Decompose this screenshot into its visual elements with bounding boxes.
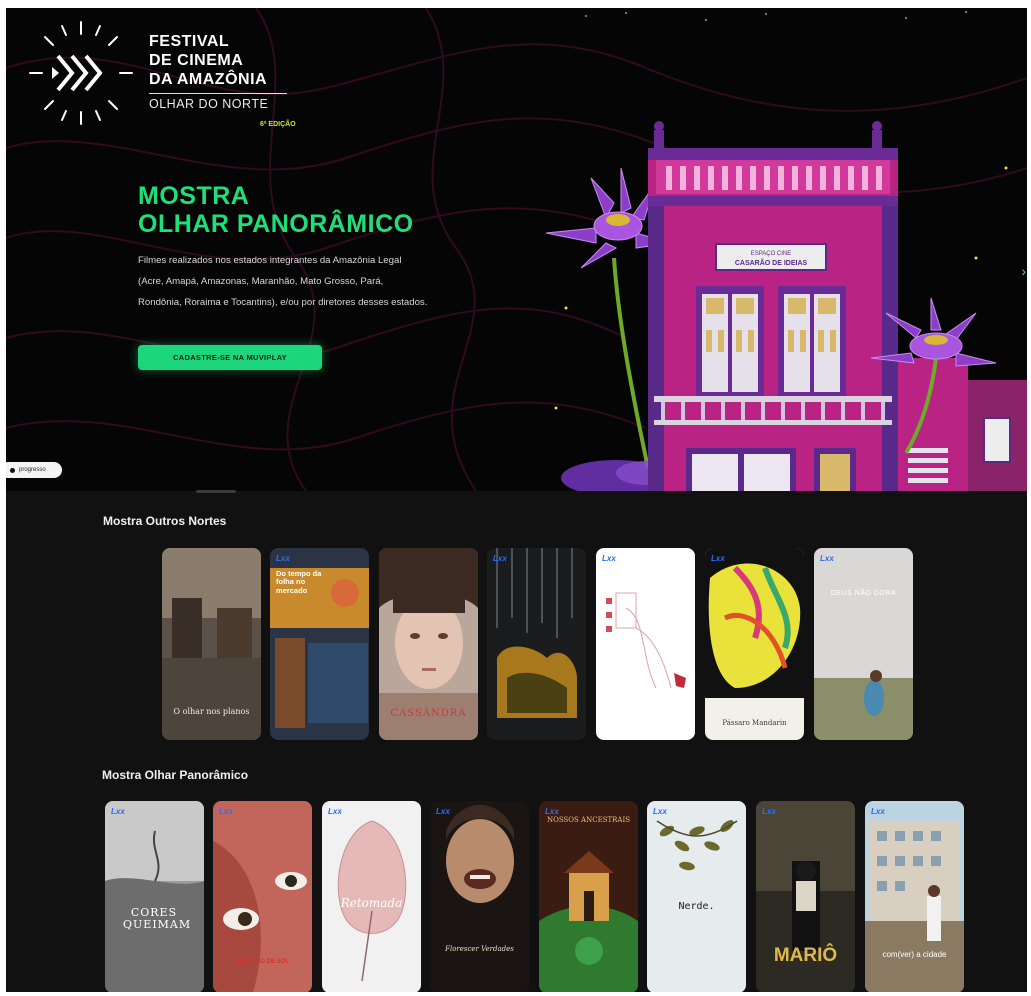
hero-title: MOSTRA OLHAR PANORÂMICO — [138, 182, 414, 238]
muviplay-badge: Lxx — [871, 807, 885, 816]
chevron-right-icon[interactable]: › — [1021, 263, 1026, 279]
festival-subtitle: OLHAR DO NORTE — [149, 97, 269, 111]
festival-line-3: DA AMAZÔNIA — [149, 71, 268, 88]
movie-card[interactable]: Lxx DEUS NÃO DORA — [814, 548, 913, 740]
movie-card-title: Retomada — [340, 896, 403, 910]
movie-card-title: Nerde. — [678, 901, 715, 912]
muviplay-badge: Lxx — [219, 807, 233, 816]
hero-building-illustration: ESPAÇO CINE CASARÃO DE IDEIAS — [545, 121, 1027, 491]
movie-card[interactable]: Lxx — [487, 548, 586, 740]
building-sign-line-1: ESPAÇO CINE — [751, 251, 792, 257]
slide-progress-indicator[interactable]: progresso — [6, 462, 62, 478]
page: FESTIVAL DE CINEMA DA AMAZÔNIA OLHAR DO … — [6, 8, 1027, 992]
movie-card[interactable]: Lxx Nerde. — [647, 801, 746, 992]
movie-card-title: CORES QUEIMAM — [123, 906, 192, 932]
movie-card-title: Pássaro Mandarin — [722, 719, 787, 727]
festival-name: FESTIVAL DE CINEMA DA AMAZÔNIA OLHAR DO … — [149, 32, 309, 111]
movie-card-title: MARIÔ — [773, 945, 838, 966]
movie-card[interactable]: Lxx NOSSOS ANCESTRAIS — [539, 801, 638, 992]
hero-title-line-2: OLHAR PANORÂMICO — [138, 210, 414, 238]
festival-line-1: FESTIVAL — [149, 33, 230, 50]
festival-edition: 6ª EDIÇÃO — [260, 121, 296, 128]
muviplay-badge: Lxx — [436, 807, 450, 816]
movie-card-title: CASSANDRA — [390, 708, 467, 719]
muviplay-badge: Lxx — [545, 807, 559, 816]
carousel-scroll-indicator — [196, 490, 236, 493]
movie-card-title: com(ver) a cidade — [882, 950, 947, 959]
signup-muviplay-button[interactable]: CADASTRE-SE NA MUVIPLAY — [138, 345, 322, 370]
movie-card-title: O olhar nos planos — [173, 707, 250, 716]
muviplay-badge: Lxx — [493, 554, 507, 563]
hero-title-line-1: MOSTRA — [138, 182, 250, 210]
muviplay-badge: Lxx — [711, 554, 725, 563]
movie-card-title: NOSSOS ANCESTRAIS — [546, 816, 631, 824]
muviplay-badge: Lxx — [276, 554, 290, 563]
building-sign-line-2: CASARÃO DE IDEIAS — [735, 258, 808, 267]
muviplay-badge: Lxx — [820, 554, 834, 563]
muviplay-badge: Lxx — [328, 807, 342, 816]
muviplay-badge: Lxx — [653, 807, 667, 816]
progress-label: progresso — [19, 467, 46, 473]
movie-card-title: Do tempo da folha no mercado — [276, 569, 322, 595]
logo-divider — [149, 93, 287, 94]
movie-card[interactable]: Lxx MARIÔ — [756, 801, 855, 992]
movie-card-title: Florescer Verdades — [445, 945, 514, 953]
movie-card[interactable]: Lxx SEU RAIO DE SOL — [213, 801, 312, 992]
movie-card[interactable]: Lxx CORES QUEIMAM — [105, 801, 204, 992]
festival-line-2: DE CINEMA — [149, 52, 244, 69]
hero-banner: FESTIVAL DE CINEMA DA AMAZÔNIA OLHAR DO … — [6, 8, 1027, 491]
movie-card[interactable]: CASSANDRA — [379, 548, 478, 740]
hero-description: Filmes realizados nos estados integrante… — [138, 255, 428, 308]
movie-card[interactable]: Lxx Do tempo da folha no mercado — [270, 548, 369, 740]
movie-card[interactable]: O olhar nos planos — [162, 548, 261, 740]
festival-logo-icon — [29, 21, 133, 125]
movie-card-title: DEUS NÃO DORA — [830, 590, 897, 597]
movie-card-title: SEU RAIO DE SOL — [235, 959, 289, 965]
movie-card[interactable]: Lxx — [596, 548, 695, 740]
muviplay-badge: Lxx — [111, 807, 125, 816]
muviplay-badge: Lxx — [762, 807, 776, 816]
muviplay-badge: Lxx — [602, 554, 616, 563]
section-title-outros-nortes: Mostra Outros Nortes — [103, 514, 227, 528]
movie-card[interactable]: Lxx com(ver) a cidade — [865, 801, 964, 992]
progress-dot-icon — [10, 467, 15, 473]
movie-card[interactable]: Lxx Retomada — [322, 801, 421, 992]
movie-card[interactable]: Lxx Florescer Verdades — [430, 801, 529, 992]
section-title-olhar-panoramico: Mostra Olhar Panorâmico — [102, 768, 249, 782]
movie-card[interactable]: Lxx Pássaro Mandarin — [705, 548, 804, 740]
